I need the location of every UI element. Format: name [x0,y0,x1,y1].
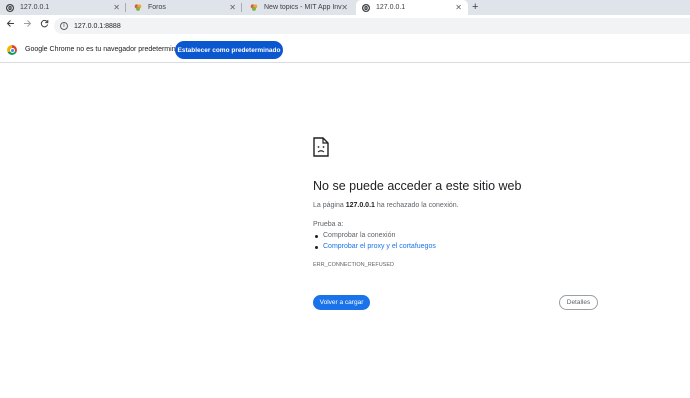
reload-icon[interactable] [38,19,51,32]
details-button[interactable]: Detalles [559,295,598,310]
mit-app-inventor-icon [134,4,142,12]
close-tab-icon[interactable]: ✕ [113,3,120,12]
error-description: La página 127.0.0.1 ha rechazado la cone… [313,202,459,209]
forward-arrow-icon[interactable] [21,19,34,32]
new-tab-icon[interactable]: + [472,1,478,13]
sad-page-icon [313,137,329,157]
infobar-message: Google Chrome no es tu navegador predete… [25,46,188,53]
globe-icon [362,3,370,12]
tab-new-topics[interactable]: New topics - MIT App Inventor ✕ [244,0,354,15]
close-tab-icon[interactable]: ✕ [341,3,348,12]
browser-toolbar: i 127.0.0.1:8888 [0,15,690,37]
tab-title: 127.0.0.1 [376,4,406,11]
url-text: 127.0.0.1:8888 [74,22,121,30]
address-bar[interactable]: i 127.0.0.1:8888 [54,18,690,34]
chrome-logo-icon [7,45,17,55]
tab-127-0-0-1-first[interactable]: 127.0.0.1 ✕ [0,0,126,15]
close-tab-icon[interactable]: ✕ [229,3,236,12]
suggestion-check-connection: Comprobar la conexión [314,232,396,239]
back-arrow-icon[interactable] [4,19,17,32]
globe-icon [6,3,14,12]
tab-title: Foros [148,4,166,11]
site-info-icon[interactable]: i [60,22,68,30]
try-label: Prueba a: [313,221,344,228]
error-code: ERR_CONNECTION_REFUSED [313,262,394,268]
error-host: 127.0.0.1 [345,202,375,209]
close-tab-icon[interactable]: ✕ [455,3,462,12]
error-title: No se puede acceder a este sitio web [313,179,522,193]
tab-title: New topics - MIT App Inventor [264,4,342,11]
tab-title: 127.0.0.1 [20,4,50,11]
mit-app-inventor-icon [250,4,258,12]
error-desc-prefix: La página [313,202,344,209]
reload-button[interactable]: Volver a cargar [313,295,370,310]
default-browser-infobar: Google Chrome no es tu navegador predete… [0,37,690,63]
set-default-button[interactable]: Establecer como predeterminado [175,41,283,59]
tab-foros[interactable]: Foros ✕ [128,0,242,15]
tab-strip: 127.0.0.1 ✕ Foros ✕ New topics - MIT App… [0,0,690,15]
tab-127-0-0-1-active[interactable]: 127.0.0.1 ✕ [356,0,468,15]
tab-separator [125,3,126,12]
suggestion-check-proxy-link[interactable]: Comprobar el proxy y el cortafuegos [315,243,436,250]
error-desc-suffix: ha rechazado la conexión. [376,202,459,209]
tab-separator [241,3,242,12]
